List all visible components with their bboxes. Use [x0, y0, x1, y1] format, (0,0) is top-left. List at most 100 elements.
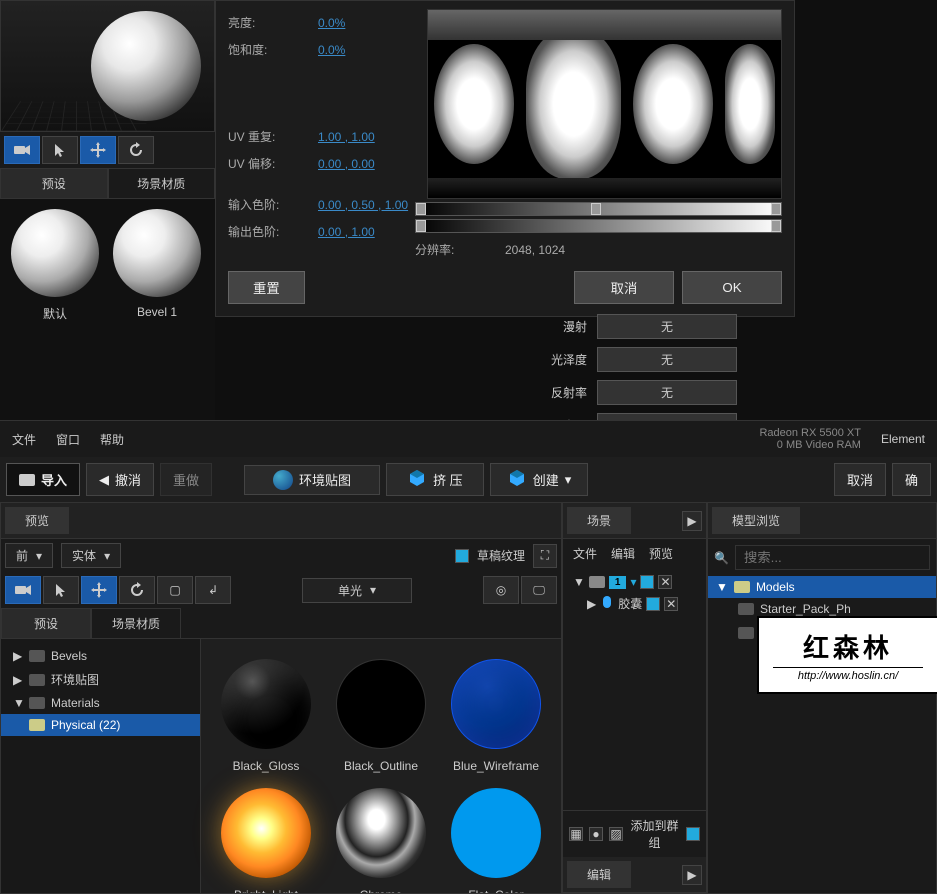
output-levels-slider[interactable] — [415, 219, 782, 233]
extrude-icon — [407, 468, 427, 491]
tree-env-maps[interactable]: ▶环境贴图 — [1, 667, 200, 692]
move-icon[interactable] — [80, 136, 116, 164]
sphere-small-icon[interactable]: ● — [589, 827, 603, 841]
saturation-value[interactable]: 0.0% — [318, 43, 345, 57]
diffuse-value[interactable]: 无 — [597, 314, 737, 339]
material-preview — [336, 659, 426, 749]
menu-help[interactable]: 帮助 — [100, 431, 124, 448]
material-default[interactable]: 默认 — [10, 209, 100, 322]
camera-icon[interactable] — [4, 136, 40, 164]
reset-button[interactable]: 重置 — [228, 271, 305, 304]
uv-repeat-value[interactable]: 1.00 , 1.00 — [318, 130, 375, 144]
scene-tab[interactable]: 场景 — [567, 507, 631, 534]
output-levels-value[interactable]: 0.00 , 1.00 — [318, 225, 375, 239]
axis-icon[interactable]: ↲ — [195, 576, 231, 604]
input-levels-value[interactable]: 0.00 , 0.50 , 1.00 — [318, 198, 408, 212]
reflect-label: 反射率 — [527, 384, 597, 401]
models-header[interactable]: ▼Models — [708, 576, 936, 598]
model-browse-tab[interactable]: 模型浏览 — [712, 507, 800, 534]
scene-mat-tab[interactable]: 场景材质 — [91, 608, 181, 639]
folder-icon — [738, 627, 754, 639]
element-label: Element — [881, 432, 925, 446]
material-preview — [221, 788, 311, 878]
scene-capsule-row[interactable]: ▶ 胶囊 ✕ — [567, 592, 702, 615]
material-label: Bright_Light — [221, 888, 311, 893]
undo-button[interactable]: ◀撤消 — [86, 463, 154, 496]
gloss-value[interactable]: 无 — [597, 347, 737, 372]
watermark: 红森林 http://www.hoslin.cn/ — [757, 616, 937, 694]
move-icon[interactable] — [81, 576, 117, 604]
input-levels-slider[interactable] — [415, 202, 782, 216]
environment-dialog: 亮度:0.0% 饱和度:0.0% UV 重复:1.00 , 1.00 UV 偏移… — [215, 0, 795, 317]
target-icon[interactable]: ◎ — [483, 576, 519, 604]
material-label: Flat_Color — [451, 888, 541, 893]
group-toggle[interactable] — [686, 827, 700, 841]
cube-icon — [507, 468, 527, 491]
output-levels-label: 输出色阶: — [228, 223, 318, 240]
chevron-down-icon: ▾ — [36, 549, 42, 563]
material-bevel1[interactable]: Bevel 1 — [112, 209, 202, 322]
scene-file[interactable]: 文件 — [573, 545, 597, 562]
material-flat_color[interactable]: Flat_Color — [451, 788, 541, 893]
tab-scene-material[interactable]: 场景材质 — [108, 168, 216, 199]
draft-toggle[interactable] — [455, 549, 469, 563]
cancel-main-button[interactable]: 取消 — [834, 463, 886, 496]
material-bright_light[interactable]: Bright_Light — [221, 788, 311, 893]
menu-file[interactable]: 文件 — [12, 431, 36, 448]
light-mode-select[interactable]: 单光▾ — [302, 578, 412, 603]
menu-window[interactable]: 窗口 — [56, 431, 80, 448]
material-chrome[interactable]: Chrome — [336, 788, 426, 893]
folder-icon — [738, 603, 754, 615]
visible-toggle[interactable] — [640, 575, 654, 589]
cursor-icon[interactable] — [43, 576, 79, 604]
preset-tab[interactable]: 预设 — [1, 608, 91, 639]
rotate-icon[interactable] — [118, 136, 154, 164]
reflect-value[interactable]: 无 — [597, 380, 737, 405]
preview-tab[interactable]: 预览 — [5, 507, 69, 534]
delete-button[interactable]: ✕ — [658, 575, 672, 589]
view-front-select[interactable]: 前▾ — [5, 543, 53, 568]
chevron-right-icon[interactable]: ▶ — [682, 511, 702, 531]
visible-toggle[interactable] — [646, 597, 660, 611]
search-input[interactable] — [735, 545, 930, 570]
material-label: Chrome — [336, 888, 426, 893]
material-blue_wireframe[interactable]: Blue_Wireframe — [451, 659, 541, 773]
cursor-icon[interactable] — [42, 136, 78, 164]
view-solid-select[interactable]: 实体▾ — [61, 543, 121, 568]
fullscreen-icon[interactable]: ⛶ — [533, 544, 557, 568]
material-black_outline[interactable]: Black_Outline — [336, 659, 426, 773]
extrude-button[interactable]: 挤 压 — [386, 463, 484, 496]
brightness-label: 亮度: — [228, 14, 318, 31]
create-button[interactable]: 创建▾ — [490, 463, 589, 496]
delete-button[interactable]: ✕ — [664, 597, 678, 611]
scene-edit[interactable]: 编辑 — [611, 545, 635, 562]
confirm-main-button[interactable]: 确 — [892, 463, 931, 496]
ok-button[interactable]: OK — [682, 271, 782, 304]
scale-icon[interactable]: ▢ — [157, 576, 193, 604]
pattern-icon[interactable]: ▨ — [609, 827, 623, 841]
chevron-down-icon: ▾ — [630, 575, 636, 589]
tree-physical[interactable]: Physical (22) — [1, 714, 200, 736]
rotate-icon[interactable] — [119, 576, 155, 604]
camera-icon[interactable] — [5, 576, 41, 604]
input-levels-label: 输入色阶: — [228, 196, 318, 213]
tree-materials[interactable]: ▼Materials — [1, 692, 200, 714]
redo-button[interactable]: 重做 — [160, 463, 212, 496]
brightness-value[interactable]: 0.0% — [318, 16, 345, 30]
tree-bevels[interactable]: ▶Bevels — [1, 645, 200, 667]
add-to-group[interactable]: 添加到群组 — [629, 817, 680, 851]
chevron-right-icon[interactable]: ▶ — [682, 865, 702, 885]
scene-preview[interactable]: 预览 — [649, 545, 673, 562]
scene-group-row[interactable]: ▼ 1 ▾ ✕ — [567, 572, 702, 592]
material-label: 默认 — [10, 305, 100, 322]
import-button[interactable]: 导入 — [6, 463, 80, 496]
capsule-icon — [600, 595, 614, 612]
grid-icon[interactable]: ▦ — [569, 827, 583, 841]
material-black_gloss[interactable]: Black_Gloss — [221, 659, 311, 773]
cancel-button[interactable]: 取消 — [574, 271, 674, 304]
uv-offset-value[interactable]: 0.00 , 0.00 — [318, 157, 375, 171]
monitor-icon[interactable]: 🖵 — [521, 576, 557, 604]
env-map-button[interactable]: 环境贴图 — [244, 465, 380, 495]
tab-preset[interactable]: 预设 — [0, 168, 108, 199]
edit-tab[interactable]: 编辑 — [567, 861, 631, 888]
